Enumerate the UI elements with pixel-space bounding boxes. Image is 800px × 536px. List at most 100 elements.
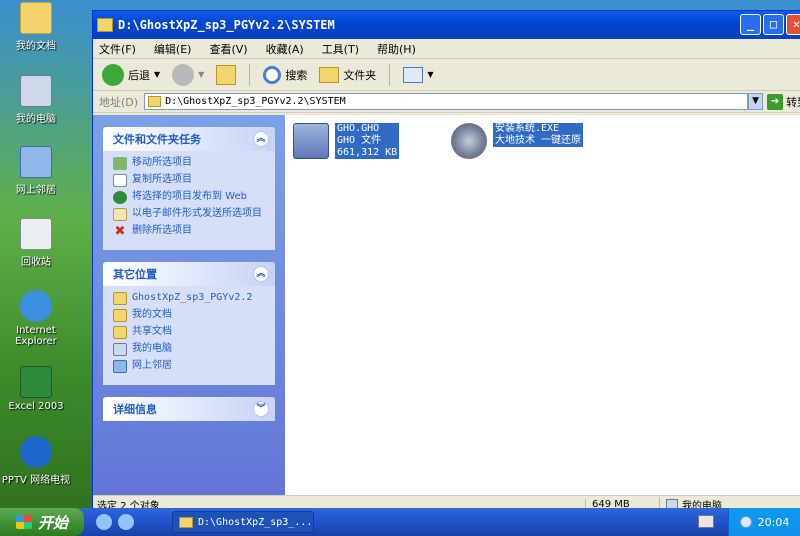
file-tasks-panel: 文件和文件夹任务 ︽ 移动所选项目 复制所选项目 将选择的项目发布到 Web 以… (103, 127, 275, 250)
menu-file[interactable]: 文件(F) (99, 41, 136, 57)
title-bar[interactable]: D:\GhostXpZ_sp3_PGYv2.2\SYSTEM _ □ ✕ (93, 11, 800, 39)
menu-tools[interactable]: 工具(T) (322, 41, 359, 57)
maximize-button[interactable]: □ (763, 14, 784, 35)
place-label: 我的电脑 (132, 343, 172, 354)
ie-quicklaunch-icon[interactable] (96, 514, 112, 530)
search-button[interactable]: 搜索 (260, 65, 310, 84)
go-button[interactable]: ➔ 转到 (767, 93, 800, 110)
desktop-quicklaunch-icon[interactable] (118, 514, 134, 530)
menu-edit[interactable]: 编辑(E) (154, 41, 192, 57)
back-arrow-icon (102, 63, 124, 86)
desktop-icon-excel[interactable]: Excel 2003 (0, 366, 72, 412)
network-icon (113, 360, 127, 373)
menu-help[interactable]: 帮助(H) (377, 41, 416, 57)
address-value: D:\GhostXpZ_sp3_PGYv2.2\SYSTEM (165, 96, 346, 107)
file-list[interactable]: GHO.GHO GHO 文件 661,312 KB 安装系统.EXE 大地技术 … (285, 115, 800, 497)
file-item-exe[interactable]: 安装系统.EXE 大地技术 一键还原 (451, 123, 584, 159)
quick-launch (96, 514, 134, 530)
file-type: GHO 文件 (335, 135, 400, 147)
desktop-icon-recycle-bin[interactable]: 回收站 (0, 218, 72, 268)
task-move[interactable]: 移动所选项目 (113, 157, 267, 170)
system-tray: 20:04 (728, 508, 800, 536)
place-my-computer[interactable]: 我的电脑 (113, 343, 267, 356)
desktop-icon-label: 回收站 (21, 257, 51, 268)
task-copy[interactable]: 复制所选项目 (113, 174, 267, 187)
other-places-header[interactable]: 其它位置 ︽ (103, 262, 275, 286)
close-button[interactable]: ✕ (786, 14, 800, 35)
folder-icon (97, 18, 113, 32)
views-button[interactable]: ▼ (400, 66, 436, 83)
file-description: 大地技术 一键还原 (493, 135, 584, 147)
up-button[interactable] (213, 64, 239, 85)
menu-favorites[interactable]: 收藏(A) (266, 41, 304, 57)
collapse-chevron-icon[interactable]: ︽ (253, 131, 269, 147)
expand-chevron-icon[interactable]: ︾ (253, 401, 269, 417)
desktop-icon-label: Internet Explorer (15, 325, 57, 347)
folder-icon (113, 309, 127, 322)
desktop-icon-my-documents[interactable]: 我的文档 (0, 2, 72, 52)
toolbar-separator (249, 63, 251, 86)
task-publish-web[interactable]: 将选择的项目发布到 Web (113, 191, 267, 204)
place-parent-folder[interactable]: GhostXpZ_sp3_PGYv2.2 (113, 292, 267, 305)
task-email[interactable]: 以电子邮件形式发送所选项目 (113, 208, 267, 221)
file-tasks-header[interactable]: 文件和文件夹任务 ︽ (103, 127, 275, 151)
keyboard-icon[interactable] (698, 515, 714, 528)
desktop-icon-pptv[interactable]: PPTV 网络电视 (0, 436, 72, 486)
minimize-button[interactable]: _ (740, 14, 761, 35)
address-bar: 地址(D) D:\GhostXpZ_sp3_PGYv2.2\SYSTEM ▼ ➔… (93, 91, 800, 113)
menu-view[interactable]: 查看(V) (209, 41, 247, 57)
desktop-icon-label: 我的电脑 (16, 114, 56, 125)
other-places-panel: 其它位置 ︽ GhostXpZ_sp3_PGYv2.2 我的文档 共享文档 我的… (103, 262, 275, 385)
back-button[interactable]: 后退 ▼ (99, 63, 163, 86)
address-input[interactable]: D:\GhostXpZ_sp3_PGYv2.2\SYSTEM (144, 93, 749, 110)
start-button[interactable]: 开始 (0, 508, 84, 536)
network-icon (20, 146, 52, 178)
task-label: 以电子邮件形式发送所选项目 (132, 208, 262, 219)
folder-icon (179, 516, 193, 528)
desktop-icon-label: Excel 2003 (8, 401, 64, 412)
address-dropdown-button[interactable]: ▼ (748, 93, 764, 110)
folders-label: 文件夹 (343, 68, 377, 82)
desktop-icon-label: 网上邻居 (16, 185, 56, 196)
clock[interactable]: 20:04 (758, 516, 790, 529)
folders-button[interactable]: 文件夹 (316, 66, 379, 83)
dropdown-arrow-icon: ▼ (154, 70, 161, 79)
recycle-bin-icon (20, 218, 52, 250)
folder-icon (148, 96, 162, 107)
task-delete[interactable]: ✖ 删除所选项目 (113, 225, 267, 238)
forward-arrow-icon (172, 63, 195, 86)
delete-x-icon: ✖ (114, 224, 126, 239)
place-shared-documents[interactable]: 共享文档 (113, 326, 267, 339)
forward-button[interactable]: ▼ (169, 63, 207, 86)
menu-bar: 文件(F) 编辑(E) 查看(V) 收藏(A) 工具(T) 帮助(H) (93, 39, 800, 59)
file-item-gho[interactable]: GHO.GHO GHO 文件 661,312 KB (293, 123, 400, 159)
taskbar: 开始 D:\GhostXpZ_sp3_... 20:04 (0, 508, 800, 536)
panel-title: 详细信息 (113, 403, 157, 416)
address-label: 地址(D) (99, 95, 139, 109)
details-header[interactable]: 详细信息 ︾ (103, 397, 275, 421)
go-label: 转到 (786, 95, 800, 109)
collapse-chevron-icon[interactable]: ︽ (253, 266, 269, 282)
file-name: 安装系统.EXE (493, 123, 584, 135)
toolbar-separator (389, 63, 391, 86)
desktop-icon-my-computer[interactable]: 我的电脑 (0, 75, 72, 125)
tray-icon[interactable] (739, 516, 752, 528)
task-label: D:\GhostXpZ_sp3_... (198, 516, 313, 528)
place-network[interactable]: 网上邻居 (113, 360, 267, 373)
folder-icon (20, 2, 52, 34)
move-icon (113, 157, 127, 170)
taskbar-window-button[interactable]: D:\GhostXpZ_sp3_... (172, 511, 314, 533)
desktop-icon-network[interactable]: 网上邻居 (0, 146, 72, 196)
dropdown-arrow-icon: ▼ (198, 70, 205, 79)
computer-icon (20, 75, 52, 107)
window-title: D:\GhostXpZ_sp3_PGYv2.2\SYSTEM (118, 18, 335, 32)
task-label: 删除所选项目 (132, 225, 192, 236)
desktop-icon-label: PPTV 网络电视 (1, 475, 71, 486)
file-size: 661,312 KB (335, 147, 400, 159)
place-my-documents[interactable]: 我的文档 (113, 309, 267, 322)
panel-title: 其它位置 (113, 268, 157, 281)
desktop-icon-ie[interactable]: Internet Explorer (0, 290, 72, 347)
globe-icon (113, 191, 127, 204)
task-pane: 文件和文件夹任务 ︽ 移动所选项目 复制所选项目 将选择的项目发布到 Web 以… (93, 115, 285, 497)
folders-icon (319, 66, 340, 83)
